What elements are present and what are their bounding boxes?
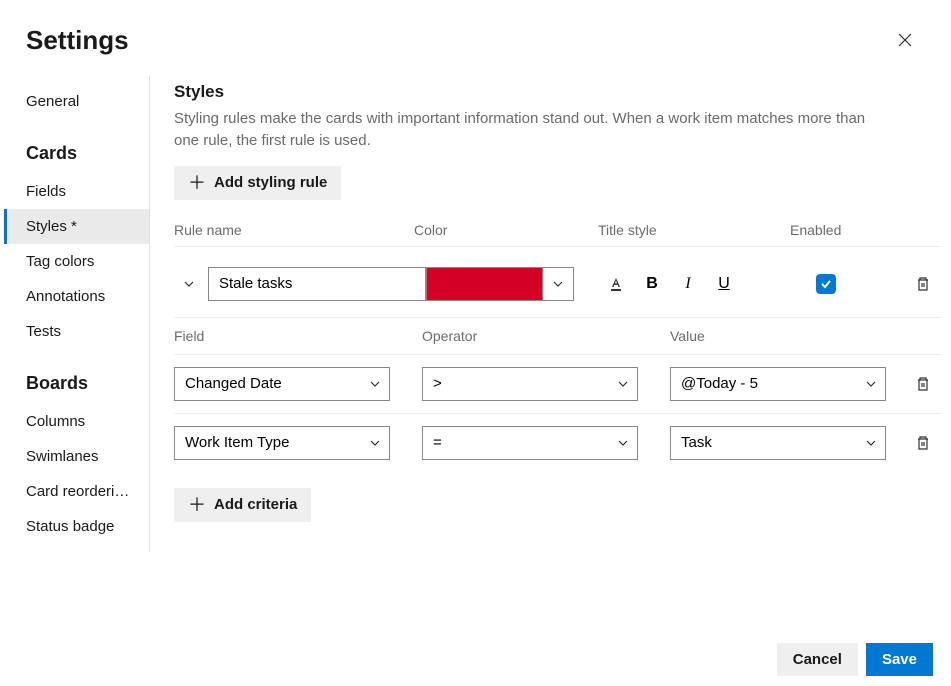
enabled-checkbox[interactable]: [816, 274, 836, 294]
main-content: Styles Styling rules make the cards with…: [150, 76, 951, 552]
operator-select[interactable]: >: [422, 367, 638, 401]
value-select-value: @Today - 5: [681, 375, 758, 392]
plus-icon: ＋: [188, 496, 206, 514]
add-styling-rule-label: Add styling rule: [214, 174, 327, 191]
chevron-down-icon: [617, 437, 629, 449]
chevron-down-icon: [552, 278, 564, 290]
cancel-button[interactable]: Cancel: [777, 643, 858, 676]
chevron-down-icon: [369, 378, 381, 390]
sidebar-item-styles[interactable]: Styles *: [4, 209, 149, 244]
sidebar-item-fields[interactable]: Fields: [4, 174, 149, 209]
sidebar: General Cards Fields Styles * Tag colors…: [0, 76, 150, 552]
operator-select-value: =: [433, 434, 442, 451]
sidebar-item-card-reordering[interactable]: Card reorderi…: [4, 474, 149, 509]
check-icon: [820, 278, 832, 290]
font-color-icon: [608, 276, 624, 292]
sidebar-item-tag-colors[interactable]: Tag colors: [4, 244, 149, 279]
page-title: Settings: [26, 25, 129, 56]
value-select[interactable]: Task: [670, 426, 886, 460]
sidebar-item-general[interactable]: General: [4, 84, 149, 119]
col-header-operator: Operator: [422, 328, 670, 344]
font-color-button[interactable]: [604, 272, 628, 296]
operator-select-value: >: [433, 375, 442, 392]
section-title: Styles: [174, 82, 941, 102]
style-rule-row: B I U: [174, 246, 941, 317]
chevron-down-icon: [865, 378, 877, 390]
sidebar-item-annotations[interactable]: Annotations: [4, 279, 149, 314]
trash-icon: [915, 276, 931, 292]
col-header-enabled: Enabled: [790, 222, 870, 238]
delete-criteria-button[interactable]: [911, 372, 935, 396]
sidebar-item-swimlanes[interactable]: Swimlanes: [4, 439, 149, 474]
field-select[interactable]: Work Item Type: [174, 426, 390, 460]
chevron-down-icon: [617, 378, 629, 390]
delete-rule-button[interactable]: [911, 272, 935, 296]
color-swatch[interactable]: [426, 267, 542, 301]
chevron-down-icon: [183, 278, 195, 290]
operator-select[interactable]: =: [422, 426, 638, 460]
value-select-value: Task: [681, 434, 712, 451]
plus-icon: ＋: [188, 174, 206, 192]
col-header-field: Field: [174, 328, 422, 344]
sidebar-heading-cards: Cards: [4, 135, 149, 174]
criteria-row: Changed Date > @Today - 5: [174, 354, 941, 413]
field-select-value: Changed Date: [185, 375, 282, 392]
col-header-title-style: Title style: [598, 222, 790, 238]
section-description: Styling rules make the cards with import…: [174, 108, 894, 152]
close-button[interactable]: [889, 24, 921, 56]
close-icon: [898, 33, 912, 47]
rule-name-input[interactable]: [208, 267, 426, 301]
chevron-down-icon: [369, 437, 381, 449]
field-select-value: Work Item Type: [185, 434, 289, 451]
sidebar-item-status-badge[interactable]: Status badge: [4, 509, 149, 544]
delete-criteria-button[interactable]: [911, 431, 935, 455]
chevron-down-icon: [865, 437, 877, 449]
color-dropdown[interactable]: [542, 267, 574, 301]
trash-icon: [915, 376, 931, 392]
sidebar-heading-boards: Boards: [4, 365, 149, 404]
col-header-value: Value: [670, 328, 941, 344]
col-header-color: Color: [414, 222, 598, 238]
criteria-row: Work Item Type = Task: [174, 413, 941, 472]
expand-toggle[interactable]: [174, 272, 204, 296]
add-criteria-button[interactable]: ＋ Add criteria: [174, 488, 311, 522]
add-criteria-label: Add criteria: [214, 496, 297, 513]
bold-button[interactable]: B: [640, 272, 664, 296]
sidebar-item-columns[interactable]: Columns: [4, 404, 149, 439]
underline-button[interactable]: U: [712, 272, 736, 296]
add-styling-rule-button[interactable]: ＋ Add styling rule: [174, 166, 341, 200]
col-header-rule-name: Rule name: [174, 222, 414, 238]
save-button[interactable]: Save: [866, 643, 933, 676]
sidebar-item-tests[interactable]: Tests: [4, 314, 149, 349]
value-select[interactable]: @Today - 5: [670, 367, 886, 401]
trash-icon: [915, 435, 931, 451]
field-select[interactable]: Changed Date: [174, 367, 390, 401]
italic-button[interactable]: I: [676, 272, 700, 296]
